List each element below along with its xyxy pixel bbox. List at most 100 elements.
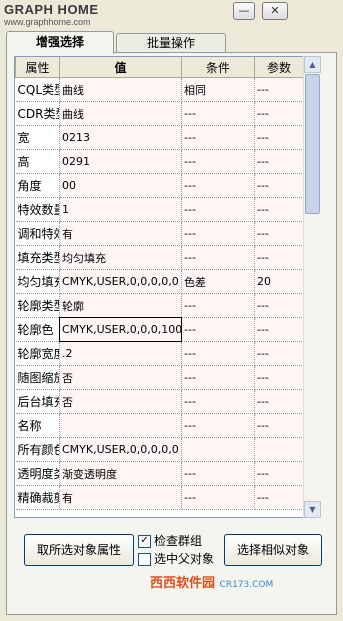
cell-value[interactable]: 00 <box>59 173 182 198</box>
table-row[interactable]: 后台填充否------ <box>15 389 303 414</box>
table-row[interactable]: 精确裁剪有------ <box>15 485 303 510</box>
cell-value[interactable]: .2 <box>59 341 182 366</box>
cell-value[interactable]: 渐变透明度 <box>59 461 182 486</box>
select-similar-button[interactable]: 选择相似对象 <box>224 534 322 566</box>
table-row[interactable]: 随图缩放否------ <box>15 365 303 390</box>
select-parent-checkbox[interactable]: 选中父对象 <box>138 552 238 568</box>
grid-scrollbar[interactable]: ▲ ▼ <box>303 56 321 518</box>
header-condition[interactable]: 条件 <box>181 57 255 78</box>
cell-param[interactable]: --- <box>254 317 303 342</box>
close-button[interactable]: ✕ <box>262 2 288 20</box>
cell-param[interactable]: --- <box>254 101 303 126</box>
cell-param[interactable]: --- <box>254 461 303 486</box>
header-param[interactable]: 参数 <box>254 57 303 78</box>
cell-condition[interactable] <box>181 437 255 462</box>
cell-condition[interactable]: --- <box>181 149 255 174</box>
checkbox-box[interactable] <box>138 553 151 566</box>
scroll-down-button[interactable]: ▼ <box>304 501 321 518</box>
cell-name[interactable]: CDR类型 <box>15 101 60 126</box>
table-row[interactable]: 均匀填充CMYK,USER,0,0,0,0,0色差20 <box>15 269 303 294</box>
cell-condition[interactable]: --- <box>181 293 255 318</box>
table-row[interactable]: 轮廓色 CMYK,USER,0,0,0,100, --- --- <box>15 317 303 342</box>
checkbox-box[interactable]: ✓ <box>138 535 151 548</box>
cell-param[interactable]: --- <box>254 221 303 246</box>
table-row[interactable]: 轮廓类型轮廓------ <box>15 293 303 318</box>
cell-param[interactable]: --- <box>254 293 303 318</box>
table-row[interactable]: 调和特效有------ <box>15 221 303 246</box>
cell-name[interactable]: 角度 <box>15 173 60 198</box>
cell-value[interactable]: CMYK,USER,0,0,0,0,0 <box>59 269 182 294</box>
cell-condition[interactable]: 相同 <box>181 77 255 102</box>
cell-value[interactable]: 轮廓 <box>59 293 182 318</box>
cell-param[interactable]: --- <box>254 125 303 150</box>
cell-condition[interactable]: --- <box>181 101 255 126</box>
cell-param[interactable]: 20 <box>254 269 303 294</box>
cell-value[interactable]: 均匀填充 <box>59 245 182 270</box>
cell-name[interactable]: 轮廓宽度 <box>15 341 60 366</box>
cell-condition[interactable]: --- <box>181 221 255 246</box>
cell-name[interactable]: 后台填充 <box>15 389 60 414</box>
get-selected-properties-button[interactable]: 取所选对象属性 <box>24 534 134 566</box>
table-row[interactable]: 轮廓宽度.2------ <box>15 341 303 366</box>
cell-value[interactable]: 1 <box>59 197 182 222</box>
cell-value[interactable]: CMYK,USER,0,0,0,0,0 <box>59 437 182 462</box>
cell-name[interactable]: 调和特效 <box>15 221 60 246</box>
cell-param[interactable]: --- <box>254 173 303 198</box>
cell-name[interactable]: 轮廓类型 <box>15 293 60 318</box>
table-row[interactable]: 角度 00 --- --- <box>15 173 303 198</box>
cell-name[interactable]: 填充类型 <box>15 245 60 270</box>
cell-value[interactable]: 有 <box>59 485 182 510</box>
cell-name[interactable]: 特效数量 <box>15 197 60 222</box>
table-row[interactable]: CDR类型曲线------ <box>15 101 303 126</box>
cell-value[interactable]: 曲线 <box>59 101 182 126</box>
cell-param[interactable]: --- <box>254 365 303 390</box>
table-row[interactable]: 透明度类渐变透明度------ <box>15 461 303 486</box>
cell-value[interactable]: 否 <box>59 389 182 414</box>
cell-param[interactable]: --- <box>254 341 303 366</box>
cell-name[interactable]: 轮廓色 <box>15 317 60 342</box>
scroll-thumb[interactable] <box>305 74 320 214</box>
cell-name[interactable]: CQL类型 <box>15 77 60 102</box>
minimize-button[interactable]: — <box>233 2 255 20</box>
table-row[interactable]: CQL类型曲线相同--- <box>15 77 303 102</box>
cell-name[interactable]: 随图缩放 <box>15 365 60 390</box>
cell-condition[interactable]: --- <box>181 341 255 366</box>
cell-param[interactable]: --- <box>254 77 303 102</box>
cell-condition[interactable]: --- <box>181 389 255 414</box>
cell-name[interactable]: 均匀填充 <box>15 269 60 294</box>
tab-enhanced-select[interactable]: 增强选择 <box>6 31 114 54</box>
tab-batch-operation[interactable]: 批量操作 <box>116 33 226 52</box>
cell-condition[interactable]: --- <box>181 365 255 390</box>
header-attribute[interactable]: 属性 <box>15 57 60 78</box>
cell-value[interactable]: 有 <box>59 221 182 246</box>
cell-name[interactable]: 名称 <box>15 413 60 438</box>
cell-name[interactable]: 所有颜色 <box>15 437 60 462</box>
cell-param[interactable]: --- <box>254 413 303 438</box>
cell-condition[interactable]: --- <box>181 317 255 342</box>
cell-condition[interactable]: --- <box>181 245 255 270</box>
cell-value[interactable]: 0291 <box>59 149 182 174</box>
table-row[interactable]: 所有颜色CMYK,USER,0,0,0,0,0 <box>15 437 303 462</box>
table-row[interactable]: 特效数量1------ <box>15 197 303 222</box>
cell-condition[interactable]: --- <box>181 125 255 150</box>
cell-name[interactable]: 高 <box>15 149 60 174</box>
check-group-checkbox[interactable]: ✓ 检查群组 <box>138 534 238 550</box>
table-row[interactable]: 宽 0213 --- --- <box>15 125 303 150</box>
header-value[interactable]: 值 <box>59 57 182 78</box>
scroll-up-button[interactable]: ▲ <box>304 56 321 73</box>
cell-condition[interactable]: --- <box>181 173 255 198</box>
cell-value[interactable]: 曲线 <box>59 77 182 102</box>
cell-param[interactable]: --- <box>254 149 303 174</box>
cell-param[interactable] <box>254 437 303 462</box>
cell-value[interactable]: CMYK,USER,0,0,0,100, <box>59 317 182 342</box>
cell-condition[interactable]: --- <box>181 485 255 510</box>
cell-condition[interactable]: 色差 <box>181 269 255 294</box>
table-row[interactable]: 填充类型均匀填充------ <box>15 245 303 270</box>
cell-param[interactable]: --- <box>254 389 303 414</box>
table-row[interactable]: 名称 --- --- <box>15 413 303 438</box>
cell-name[interactable]: 透明度类 <box>15 461 60 486</box>
cell-condition[interactable]: --- <box>181 461 255 486</box>
cell-param[interactable]: --- <box>254 197 303 222</box>
cell-value[interactable]: 否 <box>59 365 182 390</box>
cell-condition[interactable]: --- <box>181 197 255 222</box>
